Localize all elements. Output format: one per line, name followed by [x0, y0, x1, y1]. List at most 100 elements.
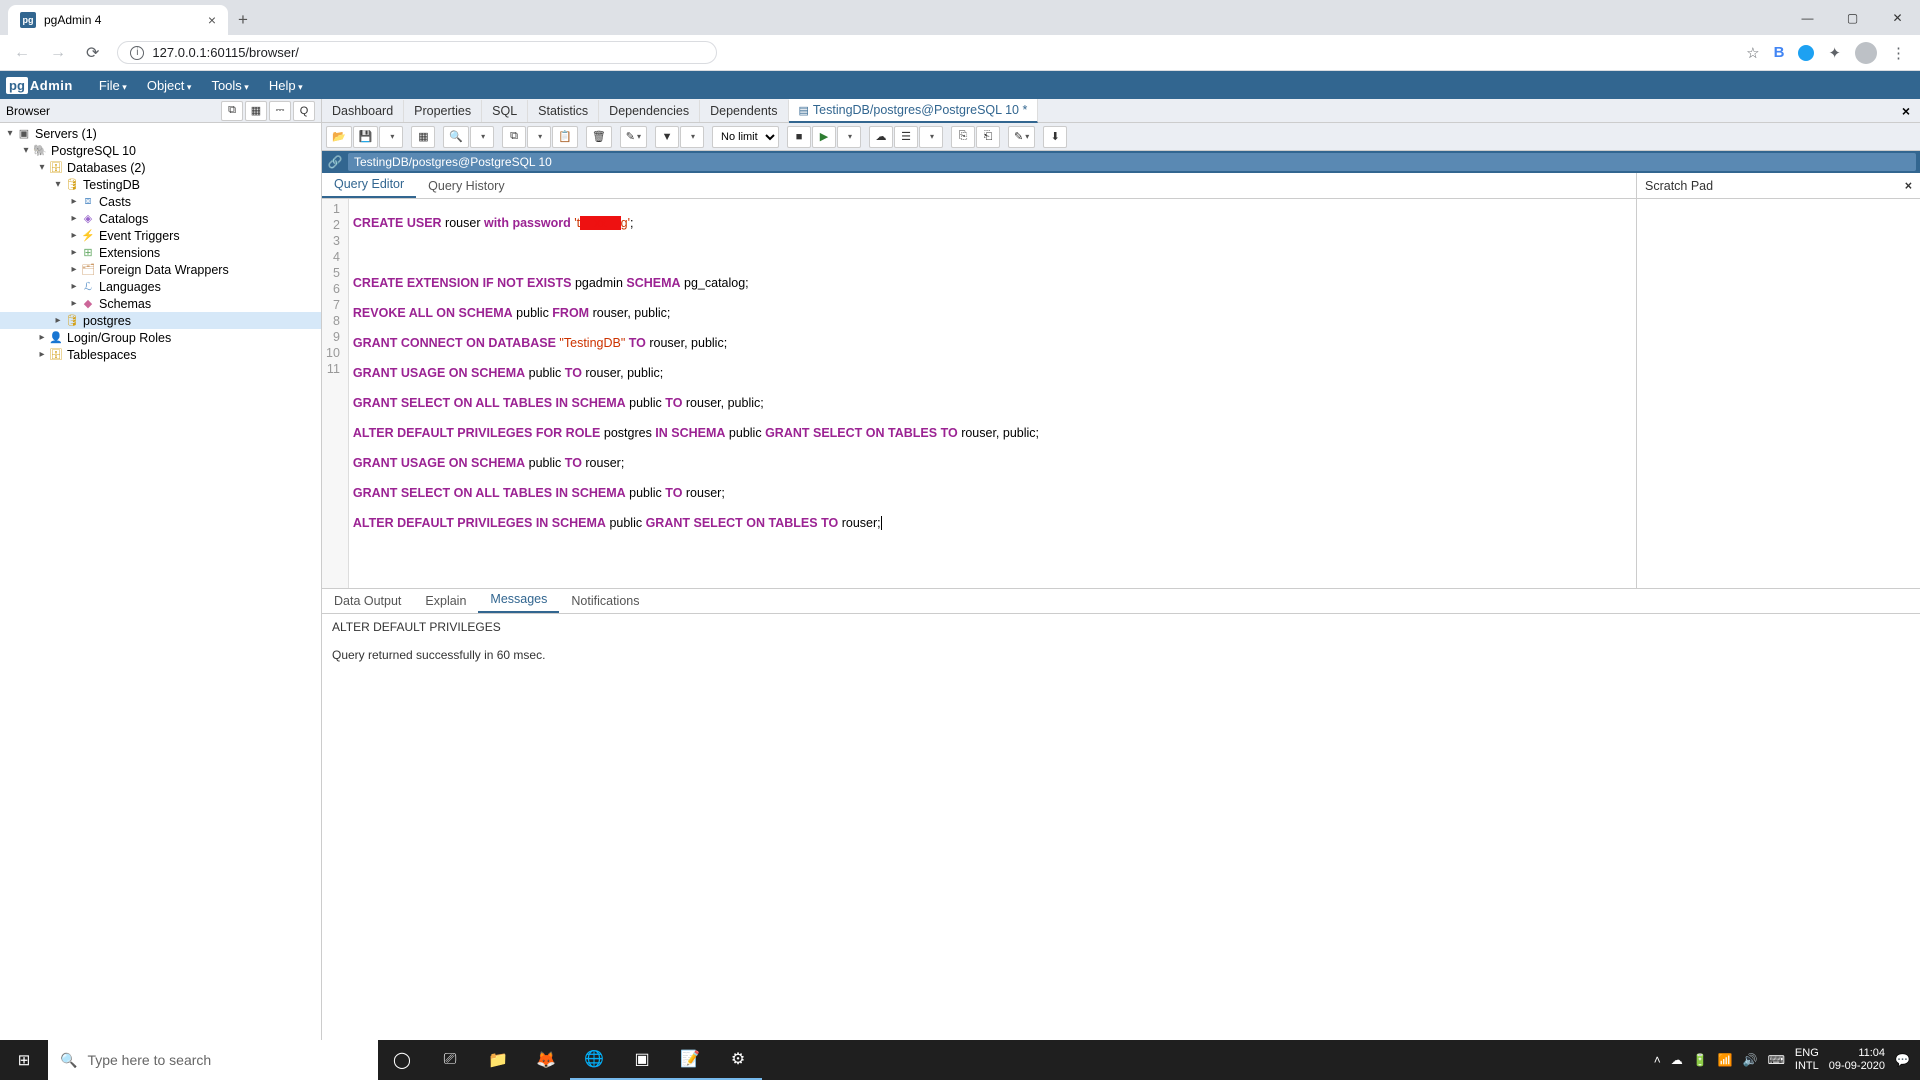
tray-language[interactable]: ENGINTL	[1795, 1047, 1819, 1073]
notepad-icon[interactable]: 📝	[666, 1040, 714, 1080]
tab-notifications[interactable]: Notifications	[559, 589, 651, 613]
tree-extensions[interactable]: Extensions	[99, 246, 160, 260]
chrome-menu-icon[interactable]: ⋮	[1891, 44, 1906, 62]
scratch-pad-close[interactable]: ×	[1905, 179, 1912, 193]
tray-notifications-icon[interactable]: 💬	[1895, 1053, 1910, 1067]
panel-btn-2[interactable]: ▦	[245, 101, 267, 121]
tab-sql[interactable]: SQL	[482, 100, 528, 122]
site-info-icon[interactable]: i	[130, 46, 144, 60]
code-content[interactable]: CREATE USER rouser with password 'txxg';…	[349, 199, 1043, 588]
minimize-button[interactable]: —	[1785, 0, 1830, 35]
tab-dependents[interactable]: Dependents	[700, 100, 788, 122]
scratch-pad[interactable]: Scratch Pad ×	[1636, 173, 1920, 588]
connection-icon[interactable]: 🔗	[322, 155, 348, 169]
tray-volume-icon[interactable]: 🔊	[1743, 1053, 1758, 1067]
file-explorer-icon[interactable]: 📁	[474, 1040, 522, 1080]
macros-dropdown[interactable]: ✎	[1008, 126, 1035, 148]
tree-languages[interactable]: Languages	[99, 280, 161, 294]
new-tab-button[interactable]: +	[228, 5, 258, 35]
reload-button[interactable]: ⟳	[80, 39, 105, 67]
save-dropdown[interactable]	[379, 126, 403, 148]
forward-button[interactable]: →	[44, 40, 72, 66]
stop-button[interactable]: ■	[787, 126, 811, 148]
close-panel-button[interactable]: ×	[1892, 103, 1920, 119]
start-button[interactable]: ⊞	[0, 1040, 48, 1080]
find-button[interactable]: 🔍	[443, 126, 469, 148]
url-field[interactable]: i 127.0.0.1:60115/browser/	[117, 41, 717, 64]
tab-messages[interactable]: Messages	[478, 587, 559, 613]
paste-button[interactable]: 📋	[552, 126, 578, 148]
open-file-button[interactable]: 📂	[326, 126, 352, 148]
tree-servers[interactable]: Servers (1)	[35, 127, 97, 141]
execute-dropdown[interactable]	[837, 126, 861, 148]
taskbar-search[interactable]: 🔍 Type here to search	[48, 1040, 378, 1080]
menu-object[interactable]: Object	[139, 74, 200, 97]
tree-roles[interactable]: Login/Group Roles	[67, 331, 171, 345]
tray-chevron-icon[interactable]: ˄	[1654, 1053, 1661, 1067]
panel-search-button[interactable]: Q	[293, 101, 315, 121]
tab-dependencies[interactable]: Dependencies	[599, 100, 700, 122]
explain-analyze-button[interactable]: ☰	[894, 126, 918, 148]
panel-btn-1[interactable]: ⧉	[221, 101, 243, 121]
tab-data-output[interactable]: Data Output	[322, 589, 413, 613]
tab-statistics[interactable]: Statistics	[528, 100, 599, 122]
filter-button[interactable]: ▼	[655, 126, 679, 148]
extension-b-icon[interactable]: B	[1774, 44, 1785, 61]
tab-query-editor[interactable]: Query Editor	[322, 172, 416, 198]
tab-properties[interactable]: Properties	[404, 100, 482, 122]
connection-label[interactable]: TestingDB/postgres@PostgreSQL 10	[348, 153, 1916, 171]
tree-pg10[interactable]: PostgreSQL 10	[51, 144, 136, 158]
terminal-icon[interactable]: ▣	[618, 1040, 666, 1080]
back-button[interactable]: ←	[8, 40, 36, 66]
extensions-icon[interactable]: ✦	[1828, 44, 1841, 62]
explain-button[interactable]: ☁	[869, 126, 893, 148]
explain-dropdown[interactable]	[919, 126, 943, 148]
tray-onedrive-icon[interactable]: ☁	[1671, 1053, 1683, 1067]
close-window-button[interactable]: ✕	[1875, 0, 1920, 35]
tray-clock[interactable]: 11:0409-09-2020	[1829, 1047, 1885, 1073]
tray-keyboard-icon[interactable]: ⌨	[1768, 1053, 1785, 1067]
settings-icon[interactable]: ⚙	[714, 1040, 762, 1080]
commit-button[interactable]: ⎘	[951, 126, 975, 148]
tree-eventtriggers[interactable]: Event Triggers	[99, 229, 180, 243]
download-button[interactable]: ⬇	[1043, 126, 1067, 148]
firefox-icon[interactable]: 🦊	[522, 1040, 570, 1080]
find-dropdown[interactable]	[470, 126, 494, 148]
edit-dropdown[interactable]: ✎	[620, 126, 647, 148]
panel-btn-3[interactable]: ⎓	[269, 101, 291, 121]
limit-select[interactable]: No limit	[712, 126, 779, 148]
cortana-button[interactable]: ⎚	[426, 1040, 474, 1080]
tree-fdw[interactable]: Foreign Data Wrappers	[99, 263, 229, 277]
object-tree[interactable]: ▾▣Servers (1) ▾🐘PostgreSQL 10 ▾🗄Database…	[0, 123, 321, 1040]
execute-button[interactable]: ▶	[812, 126, 836, 148]
tree-catalogs[interactable]: Catalogs	[99, 212, 148, 226]
menu-file[interactable]: File	[91, 74, 135, 97]
copy-button[interactable]: ⧉	[502, 126, 526, 148]
maximize-button[interactable]: ▢	[1830, 0, 1875, 35]
extension-globe-icon[interactable]	[1798, 45, 1814, 61]
pgadmin-logo[interactable]: pgAdmin	[6, 77, 73, 94]
save-file-button[interactable]: 💾	[353, 126, 379, 148]
tray-battery-icon[interactable]: 🔋	[1693, 1053, 1708, 1067]
copy-dropdown[interactable]	[527, 126, 551, 148]
tab-dashboard[interactable]: Dashboard	[322, 100, 404, 122]
tab-query-history[interactable]: Query History	[416, 174, 516, 198]
tree-tablespaces[interactable]: Tablespaces	[67, 348, 137, 362]
tree-databases[interactable]: Databases (2)	[67, 161, 146, 175]
task-view-button[interactable]: ◯	[378, 1040, 426, 1080]
tree-casts[interactable]: Casts	[99, 195, 131, 209]
save-grid-button[interactable]: ▦	[411, 126, 435, 148]
tray-network-icon[interactable]: 📶	[1718, 1053, 1733, 1067]
tree-postgres[interactable]: postgres	[83, 314, 131, 328]
delete-button[interactable]: 🗑	[586, 126, 612, 148]
tab-query-tool[interactable]: ▤TestingDB/postgres@PostgreSQL 10 *	[789, 99, 1039, 123]
tree-schemas[interactable]: Schemas	[99, 297, 151, 311]
menu-tools[interactable]: Tools	[203, 74, 256, 97]
browser-tab[interactable]: pg pgAdmin 4 ×	[8, 5, 228, 35]
sql-editor[interactable]: 1234567891011 CREATE USER rouser with pa…	[322, 199, 1636, 588]
chrome-icon[interactable]: 🌐	[570, 1040, 618, 1080]
menu-help[interactable]: Help	[261, 74, 311, 97]
rollback-button[interactable]: ⎗	[976, 126, 1000, 148]
profile-avatar[interactable]	[1855, 42, 1877, 64]
filter-dropdown[interactable]	[680, 126, 704, 148]
